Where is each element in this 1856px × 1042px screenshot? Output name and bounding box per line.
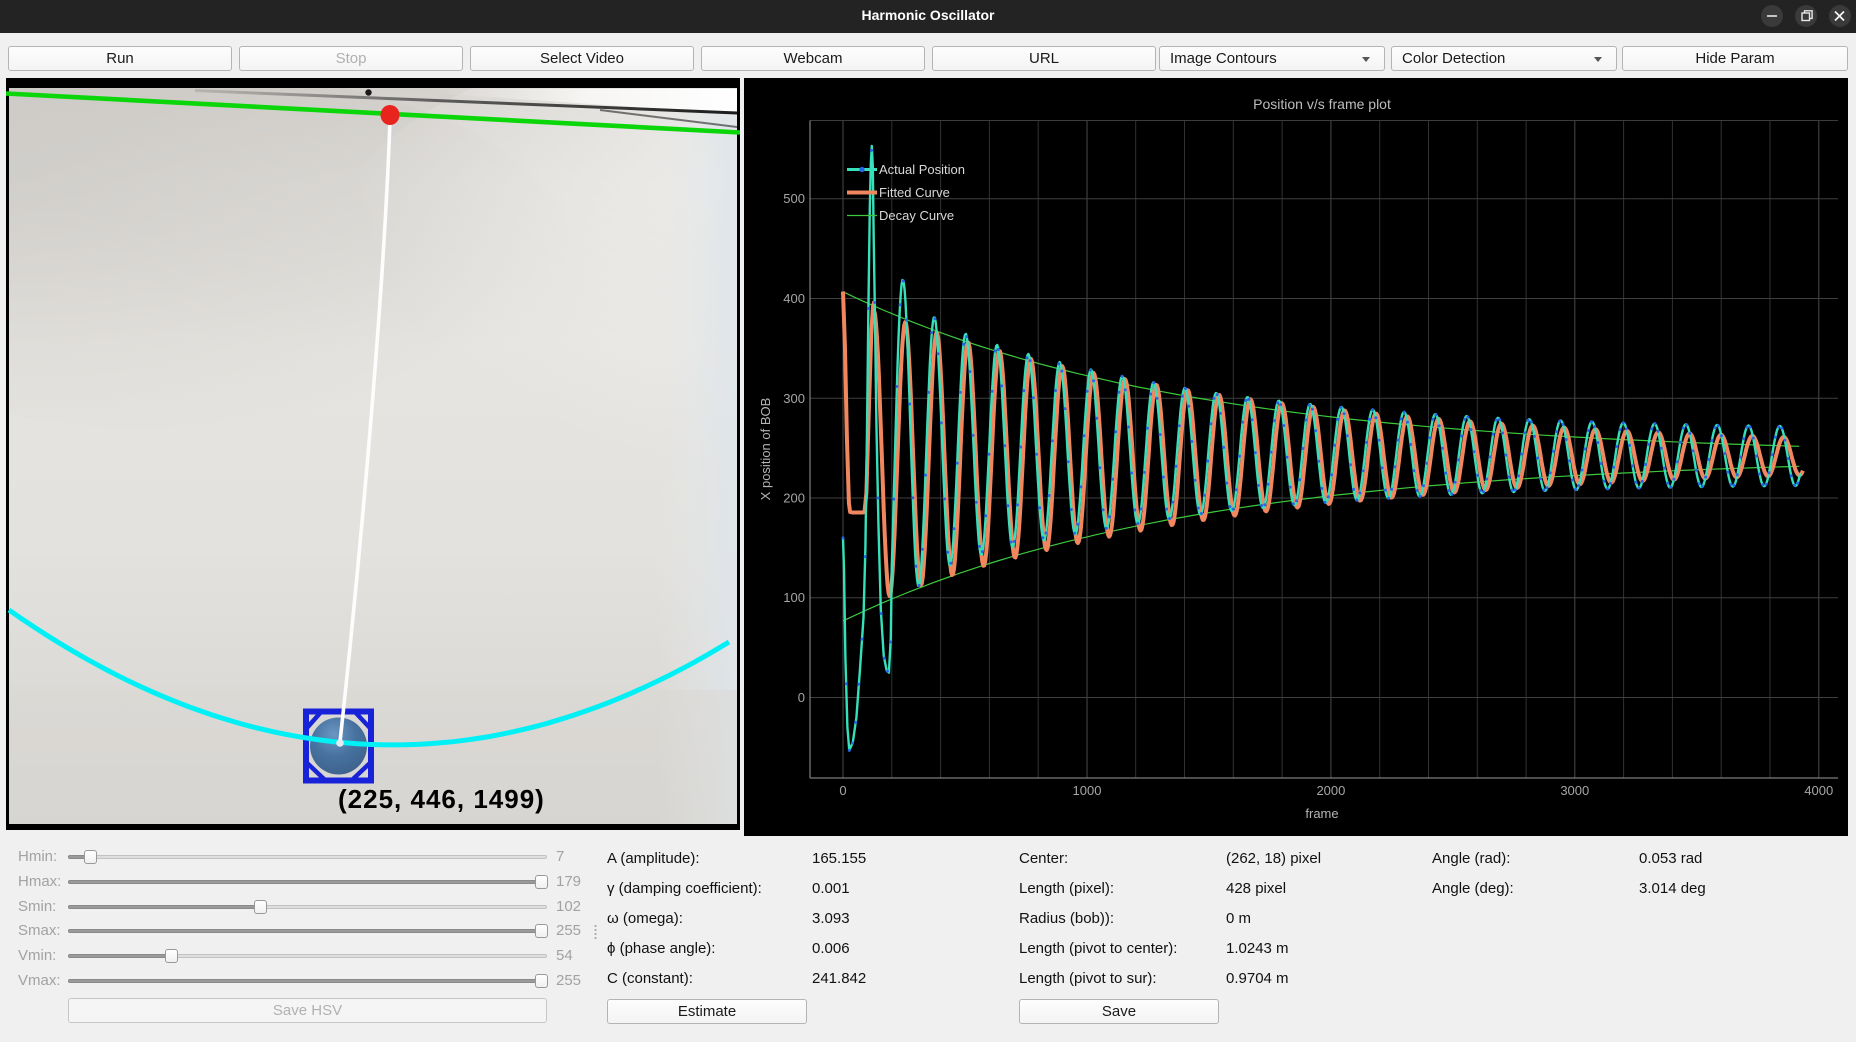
svg-text:4000: 4000 (1804, 783, 1833, 798)
svg-text:Decay Curve: Decay Curve (879, 208, 954, 223)
svg-text:300: 300 (783, 391, 805, 406)
svg-text:Fitted Curve: Fitted Curve (879, 185, 950, 200)
svg-text:100: 100 (783, 590, 805, 605)
svg-text:2000: 2000 (1316, 783, 1345, 798)
svg-text:Actual Position: Actual Position (879, 162, 965, 177)
svg-text:1000: 1000 (1073, 783, 1102, 798)
svg-text:X position of BOB: X position of BOB (758, 398, 773, 501)
svg-text:200: 200 (783, 491, 805, 506)
svg-text:500: 500 (783, 191, 805, 206)
svg-text:Position v/s frame plot: Position v/s frame plot (1253, 96, 1391, 112)
svg-text:0: 0 (798, 690, 805, 705)
svg-text:(225, 446, 1499): (225, 446, 1499) (338, 784, 545, 814)
svg-text:frame: frame (1305, 806, 1338, 821)
svg-text:3000: 3000 (1560, 783, 1589, 798)
svg-text:400: 400 (783, 291, 805, 306)
svg-text:0: 0 (839, 783, 846, 798)
